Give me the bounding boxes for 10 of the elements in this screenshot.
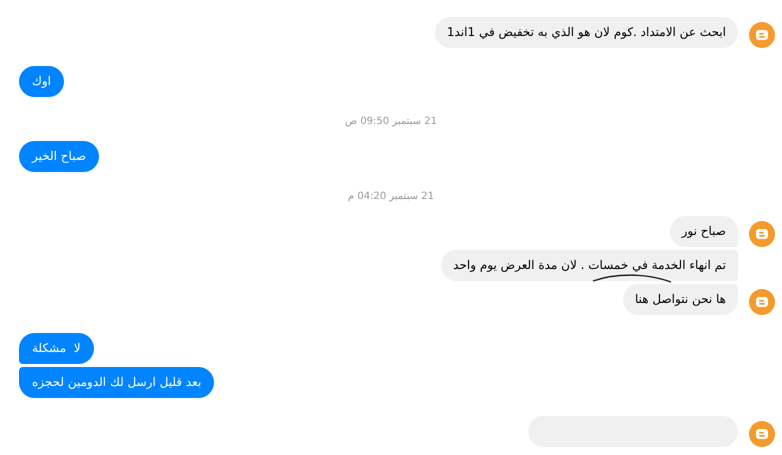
outgoing-message-bubble: صباح الخير <box>19 141 100 172</box>
outgoing-message-bubble: اوك <box>19 66 64 97</box>
incoming-message-bubble: ابحث عن الامتداد .كوم لان هو الذي به تخفيض في 1اند1 <box>434 17 738 48</box>
outgoing-message-bubble: بعد قليل ارسل لك الدومين لحجزه <box>19 367 214 398</box>
incoming-message-bubble: تم انهاء الخدمة في خمسات . لان مدة العرض يوم واحد <box>441 250 738 281</box>
incoming-message-bubble: ها نحن نتواصل هنا <box>622 284 738 315</box>
date-separator: 21 سبتمبر 04:20 م <box>348 190 434 204</box>
date-separator: 21 سبتمبر 09:50 ص <box>345 115 437 129</box>
outgoing-message-bubble: لا مشكلة <box>19 333 94 364</box>
incoming-message-bubble: صباح نور <box>670 216 738 247</box>
